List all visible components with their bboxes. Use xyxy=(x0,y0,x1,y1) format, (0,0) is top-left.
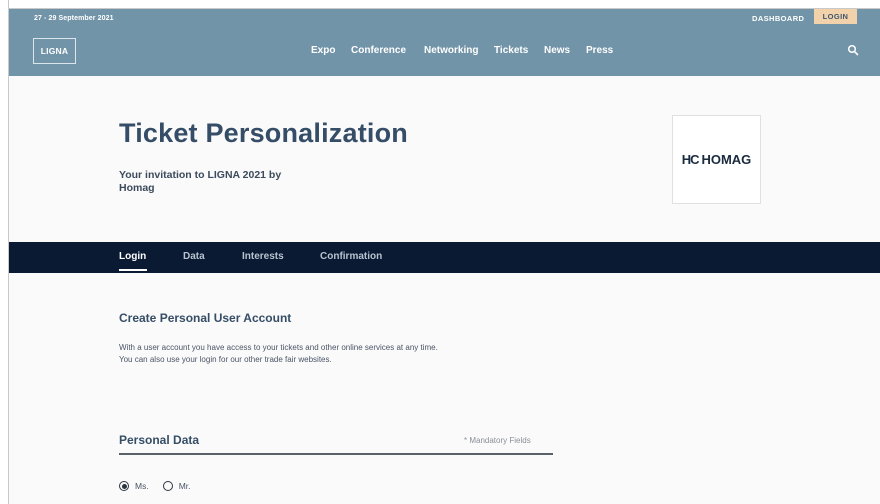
page-subtitle: Your invitation to LIGNA 2021 by Homag xyxy=(119,169,282,194)
nav-networking[interactable]: Networking xyxy=(424,45,478,56)
homag-logo-name: HOMAG xyxy=(701,152,752,167)
radio-selected-dot xyxy=(121,483,127,489)
step-data[interactable]: Data xyxy=(183,251,205,262)
salutation-group: Ms. Mr. xyxy=(119,481,205,491)
page-title: Ticket Personalization xyxy=(119,118,408,148)
homag-logo-mark: HC xyxy=(681,152,700,167)
steps-bar: Login Data Interests Confirmation xyxy=(9,242,880,273)
active-step-indicator xyxy=(119,269,147,271)
nav-tickets[interactable]: Tickets xyxy=(494,45,528,56)
radio-mr-label[interactable]: Mr. xyxy=(179,481,191,491)
hero-section: Ticket Personalization Your invitation t… xyxy=(9,76,880,242)
main-nav: Expo Conference Networking Tickets News … xyxy=(9,45,880,59)
section-divider xyxy=(119,453,553,455)
nav-press[interactable]: Press xyxy=(586,45,613,56)
event-date: 27 - 29 September 2021 xyxy=(34,15,114,22)
personal-data-title: Personal Data xyxy=(119,433,200,447)
radio-ms-label[interactable]: Ms. xyxy=(135,481,149,491)
intro-line-1: With a user account you have access to y… xyxy=(119,343,438,352)
step-confirmation[interactable]: Confirmation xyxy=(320,251,382,262)
website: 27 - 29 September 2021 DASHBOARD LOGIN L… xyxy=(9,9,880,504)
nav-news[interactable]: News xyxy=(544,45,570,56)
login-button[interactable]: LOGIN xyxy=(814,9,857,24)
step-login[interactable]: Login xyxy=(119,251,146,262)
account-section-title: Create Personal User Account xyxy=(119,311,292,325)
radio-ms[interactable] xyxy=(119,481,129,491)
partner-logo-box: HC HOMAG xyxy=(672,115,761,204)
nav-expo[interactable]: Expo xyxy=(311,45,335,56)
nav-conference[interactable]: Conference xyxy=(351,45,406,56)
radio-mr[interactable] xyxy=(162,481,173,491)
step-interests[interactable]: Interests xyxy=(242,251,284,262)
dashboard-link[interactable]: DASHBOARD xyxy=(752,14,804,23)
intro-line-2: You can also use your login for our othe… xyxy=(119,354,332,364)
homag-logo: HC HOMAG xyxy=(682,152,752,167)
account-intro: With a user account you have access to y… xyxy=(119,342,579,365)
mandatory-note: * Mandatory Fields xyxy=(464,436,531,445)
site-header: 27 - 29 September 2021 DASHBOARD LOGIN L… xyxy=(9,9,880,76)
search-icon[interactable] xyxy=(847,44,859,56)
